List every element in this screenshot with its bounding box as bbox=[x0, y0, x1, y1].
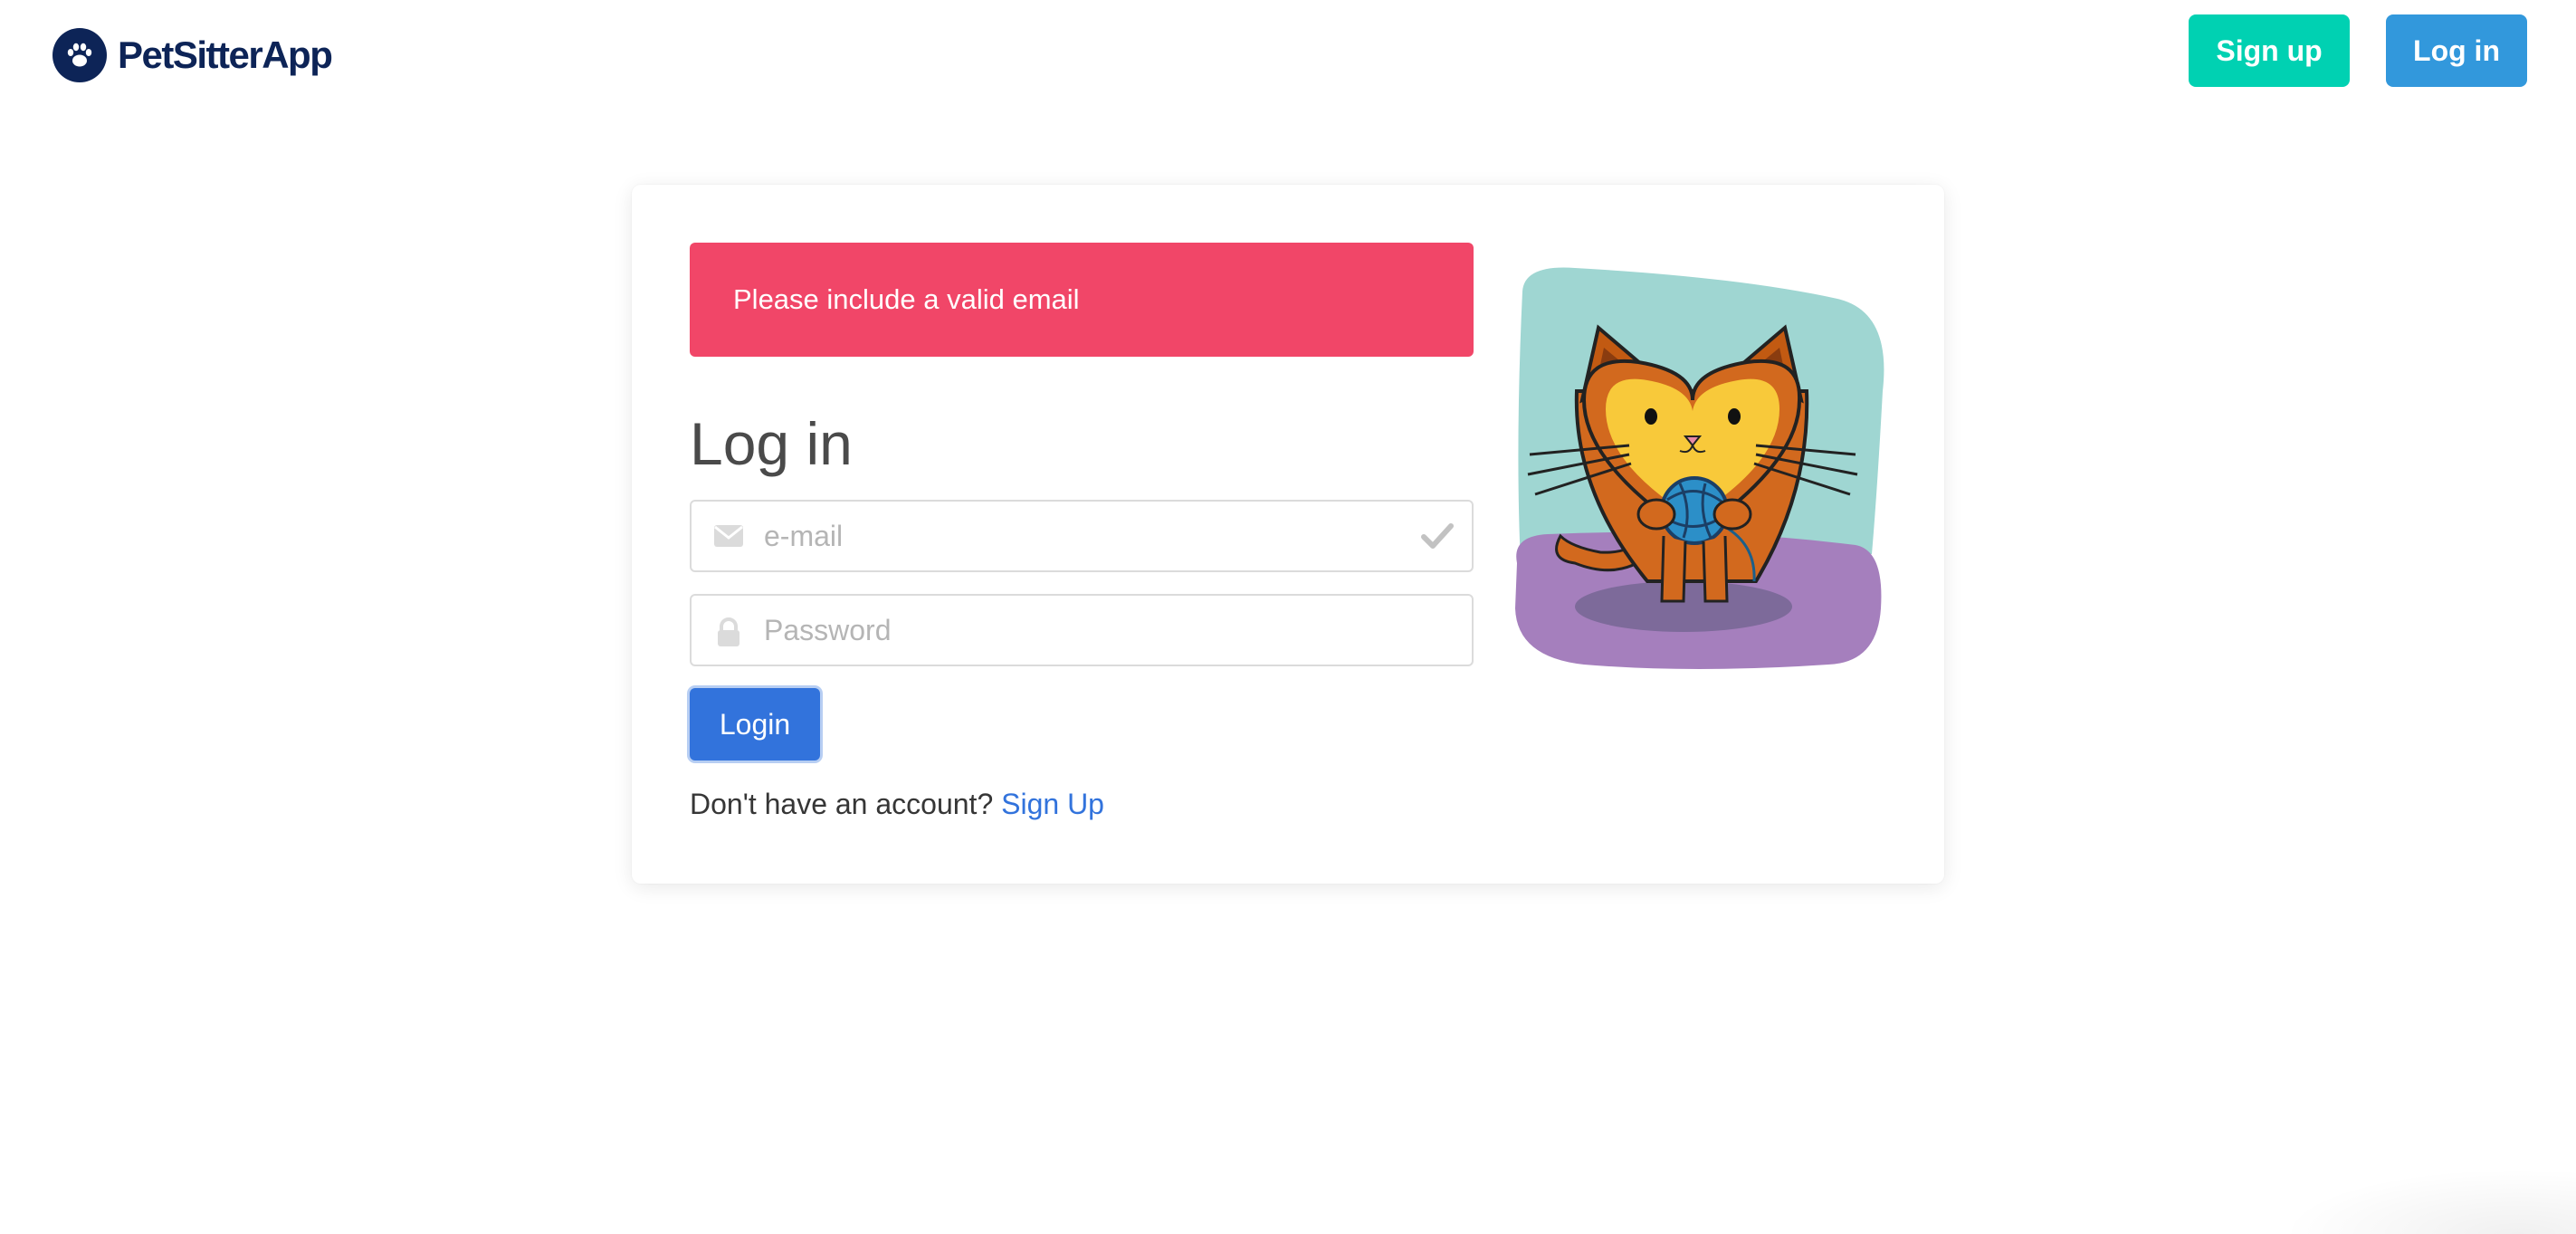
login-nav-button[interactable]: Log in bbox=[2386, 14, 2527, 87]
page-title: Log in bbox=[690, 410, 853, 477]
login-card: Please include a valid email Log in Logi… bbox=[632, 185, 1944, 884]
brand-name: PetSitterApp bbox=[118, 33, 333, 76]
check-icon bbox=[1421, 521, 1454, 550]
signup-button[interactable]: Sign up bbox=[2189, 14, 2350, 87]
login-submit-button[interactable]: Login bbox=[690, 688, 820, 760]
navbar: PetSitterApp Sign up Log in bbox=[0, 0, 2576, 105]
error-alert: Please include a valid email bbox=[690, 243, 1474, 357]
corner-shadow bbox=[2281, 1168, 2576, 1234]
no-account-text: Don't have an account? bbox=[690, 788, 994, 820]
signup-link[interactable]: Sign Up bbox=[1001, 788, 1104, 820]
cat-with-yarn-illustration bbox=[1512, 264, 1892, 681]
password-field[interactable] bbox=[690, 594, 1474, 666]
brand-logo[interactable]: PetSitterApp bbox=[52, 27, 333, 83]
alert-message: Please include a valid email bbox=[733, 283, 1080, 315]
password-input[interactable] bbox=[764, 596, 1398, 665]
envelope-icon bbox=[713, 523, 744, 550]
signup-prompt: Don't have an account? Sign Up bbox=[690, 788, 1104, 821]
paw-icon bbox=[52, 28, 107, 82]
email-input[interactable] bbox=[764, 502, 1398, 570]
email-field[interactable] bbox=[690, 500, 1474, 572]
lock-icon bbox=[713, 617, 744, 646]
